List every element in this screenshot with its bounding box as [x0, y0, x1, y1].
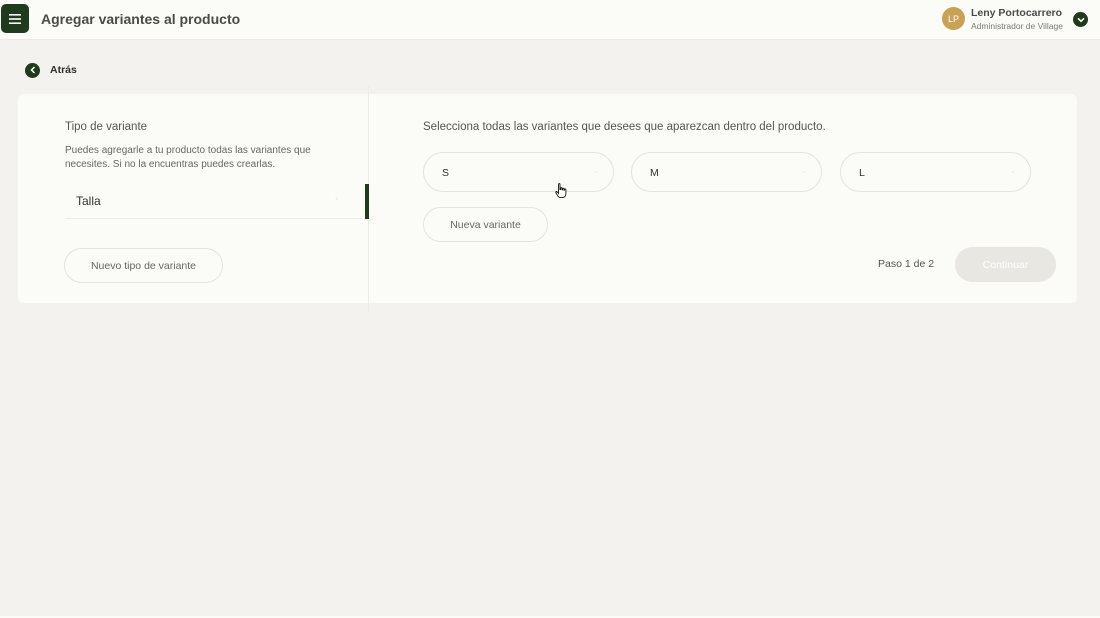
chevron-down-icon: ⌄	[592, 166, 599, 175]
option-label: M	[650, 167, 659, 179]
top-bar: Agregar variantes al producto LP Leny Po…	[0, 0, 1100, 40]
variant-option-m[interactable]: M ⌄	[631, 152, 822, 192]
variant-type-description: Puedes agregarle a tu producto todas las…	[65, 145, 311, 170]
active-indicator	[365, 184, 369, 219]
variant-instruction: Selecciona todas las variantes que desee…	[423, 121, 826, 133]
avatar[interactable]: LP	[942, 7, 965, 30]
new-variant-type-button[interactable]: Nuevo tipo de variante	[64, 248, 223, 283]
user-menu-toggle[interactable]	[1073, 12, 1088, 27]
user-name: Leny Portocarrero	[971, 7, 1063, 19]
option-label: L	[859, 167, 865, 179]
page-title: Agregar variantes al producto	[41, 11, 241, 27]
step-indicator: Paso 1 de 2	[878, 258, 935, 270]
menu-button[interactable]	[1, 4, 29, 33]
chevron-left-icon	[29, 66, 35, 74]
chevron-down-icon: ⌄	[1009, 166, 1016, 175]
chevron-down-icon: ⌄	[800, 166, 807, 175]
variant-option-l[interactable]: L ⌄	[840, 152, 1031, 192]
new-variant-button[interactable]: Nueva variante	[423, 207, 548, 242]
hamburger-icon	[9, 13, 21, 24]
user-role: Administrador de Village	[971, 21, 1063, 31]
continue-button[interactable]: Continuar	[955, 247, 1056, 282]
chevron-down-icon	[1076, 17, 1085, 22]
option-label: S	[442, 167, 450, 179]
back-link[interactable]: Atrás	[25, 62, 77, 78]
variant-type-title: Tipo de variante	[65, 121, 148, 133]
chevron-right-icon: ›	[335, 193, 338, 203]
back-circle	[25, 62, 40, 78]
variant-type-label: Talla	[76, 194, 101, 208]
variant-type-item-talla[interactable]: Talla ›	[65, 183, 369, 219]
hand-cursor-icon	[555, 183, 567, 199]
back-label: Atrás	[50, 64, 77, 76]
variant-option-s[interactable]: S ⌄	[423, 152, 614, 192]
